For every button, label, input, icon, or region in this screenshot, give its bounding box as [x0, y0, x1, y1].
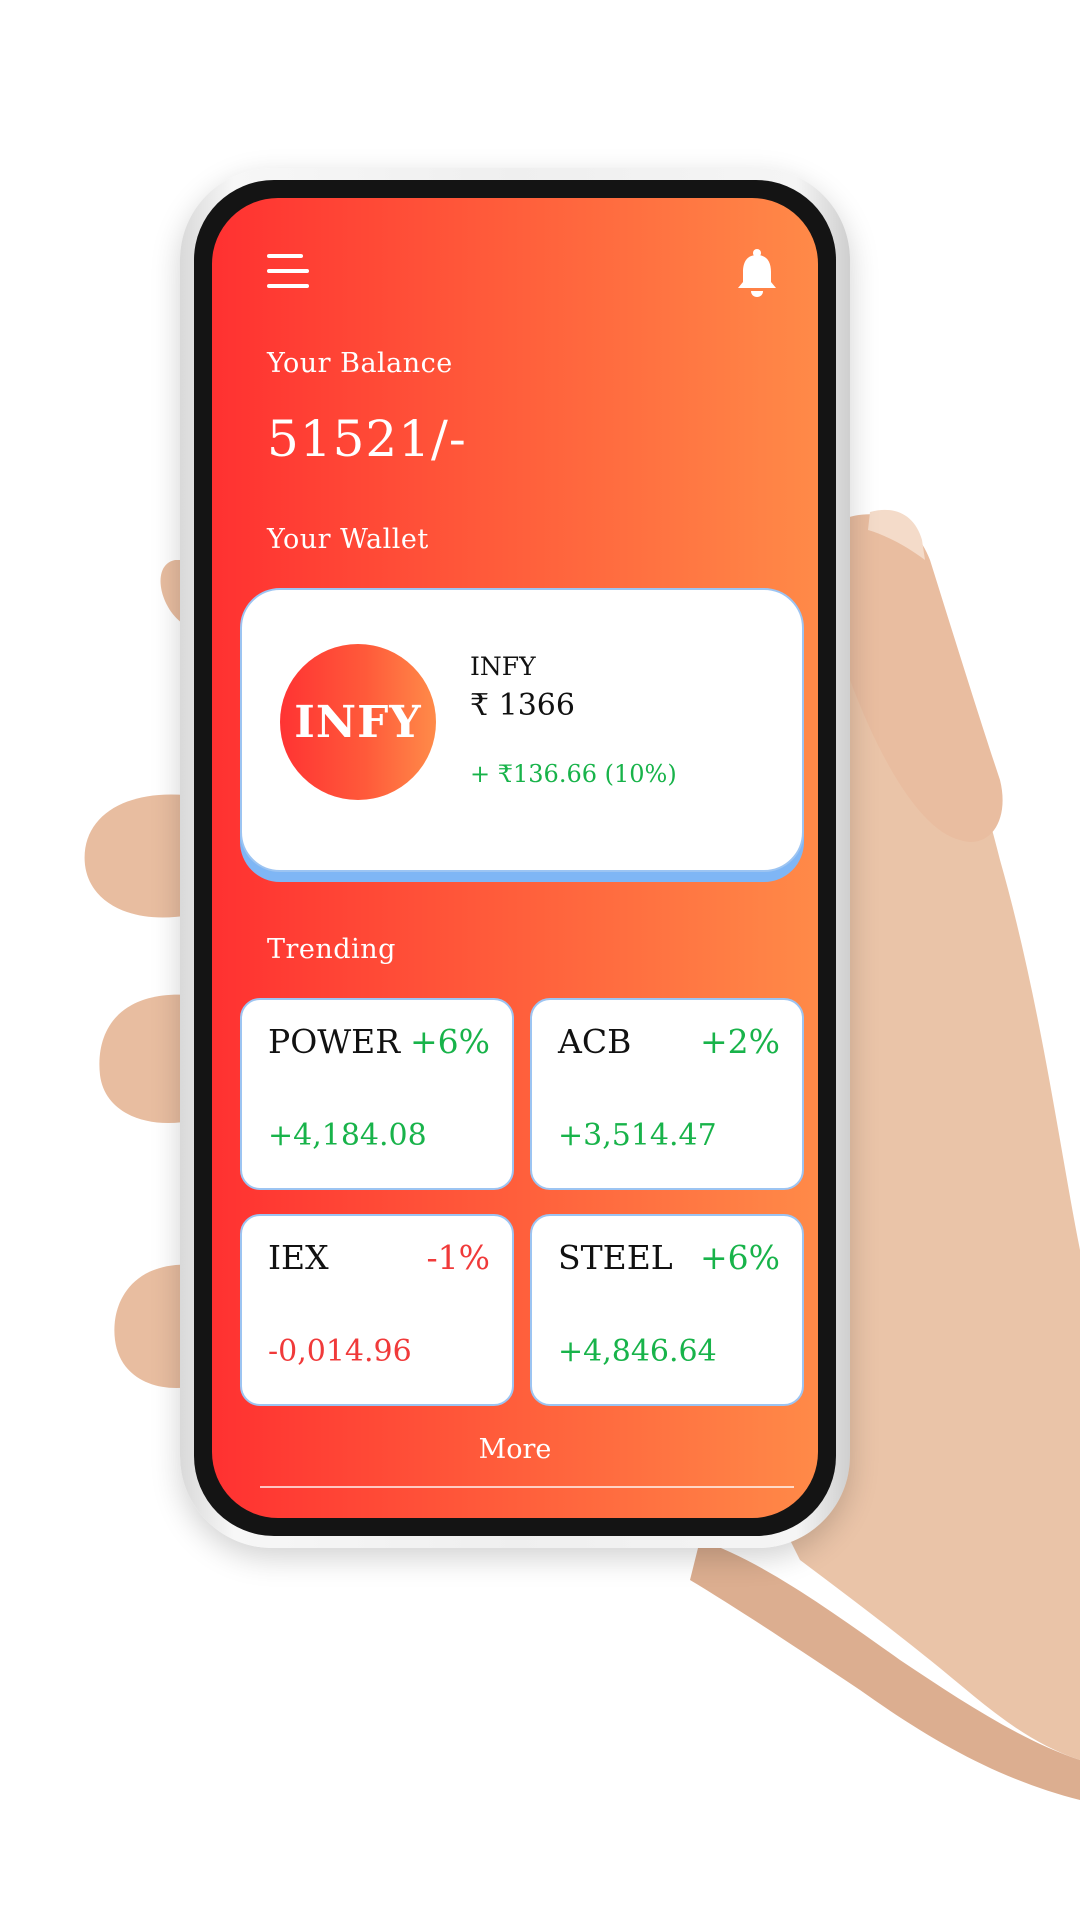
tile-symbol: POWER: [268, 1022, 401, 1061]
balance-amount: 51521/-: [267, 410, 467, 468]
tile-change-pct: +6%: [699, 1238, 780, 1277]
wallet-stock-symbol: INFY: [470, 652, 536, 681]
tile-value: -0,014.96: [268, 1334, 412, 1369]
phone-bezel: Your Balance 51521/- Your Wallet INFY IN…: [194, 180, 836, 1536]
wallet-label: Your Wallet: [267, 524, 429, 555]
notification-button[interactable]: [734, 248, 780, 298]
wallet-card[interactable]: INFY INFY ₹ 1366 + ₹136.66 (10%): [240, 588, 804, 872]
stock-logo: INFY: [280, 644, 436, 800]
menu-button[interactable]: [267, 254, 309, 290]
tile-change-pct: -1%: [426, 1238, 490, 1277]
balance-label: Your Balance: [267, 348, 453, 379]
trending-tile-power[interactable]: POWER +6% +4,184.08: [240, 998, 514, 1190]
tile-value: +4,846.64: [558, 1334, 717, 1369]
tile-change-pct: +6%: [409, 1022, 490, 1061]
trending-tile-acb[interactable]: ACB +2% +3,514.47: [530, 998, 804, 1190]
phone-frame: Your Balance 51521/- Your Wallet INFY IN…: [180, 168, 850, 1548]
more-button[interactable]: More: [212, 1434, 818, 1465]
wallet-stock-change: + ₹136.66 (10%): [470, 760, 677, 788]
tile-change-pct: +2%: [699, 1022, 780, 1061]
tile-symbol: STEEL: [558, 1238, 673, 1277]
more-divider: [260, 1486, 794, 1488]
hamburger-icon-line: [267, 284, 309, 288]
tile-symbol: ACB: [558, 1022, 632, 1061]
trending-tile-steel[interactable]: STEEL +6% +4,846.64: [530, 1214, 804, 1406]
tile-value: +4,184.08: [268, 1118, 427, 1153]
trending-label: Trending: [267, 934, 396, 965]
wallet-stock-price: ₹ 1366: [470, 688, 575, 723]
tile-symbol: IEX: [268, 1238, 329, 1277]
hamburger-icon: [267, 254, 303, 258]
bell-icon: [738, 249, 776, 297]
app-screen: Your Balance 51521/- Your Wallet INFY IN…: [212, 198, 818, 1518]
tile-value: +3,514.47: [558, 1118, 717, 1153]
trending-tile-iex[interactable]: IEX -1% -0,014.96: [240, 1214, 514, 1406]
hamburger-icon-line: [267, 269, 309, 273]
